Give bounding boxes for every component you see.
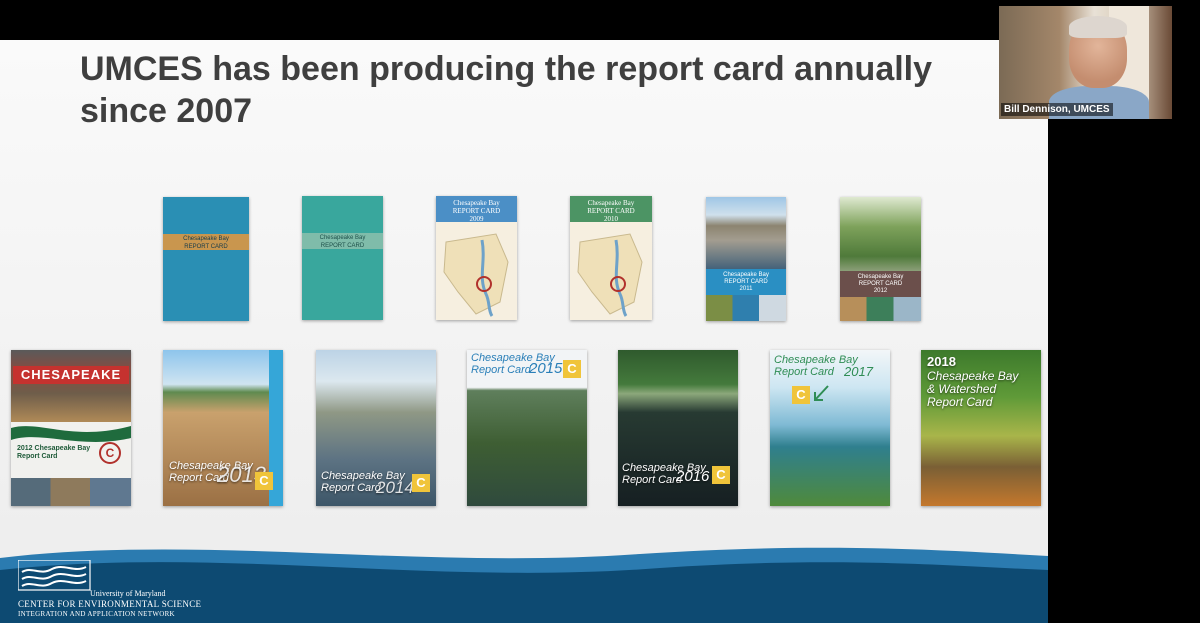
cover-title: 2012 Chesapeake Bay Report Card	[17, 445, 90, 461]
report-card-cover-2007: Chesapeake Bay REPORT CARD	[163, 197, 249, 321]
c-badge: C	[412, 474, 430, 492]
cover-year: 2018	[927, 354, 956, 369]
report-card-cover-2012: CHESAPEAKE 2012 Chesapeake Bay Report Ca…	[11, 350, 131, 506]
trend-arrow-icon	[814, 385, 829, 401]
report-card-cover-2018: 2018 Chesapeake Bay & Watershed Report C…	[921, 350, 1041, 506]
report-card-cover-2013: Chesapeake Bay Report Card 2013 C	[163, 350, 283, 506]
cover-subtitle: REPORT CARD	[587, 207, 635, 215]
report-card-cover-2015: Chesapeake Bay Report Card 2015 C	[467, 350, 587, 506]
bay-map-graphic	[443, 233, 509, 317]
bay-map-graphic	[577, 233, 643, 317]
report-card-cover-2010: Chesapeake Bay REPORT CARD 2010	[570, 196, 652, 320]
cover-subtitle: REPORT CARD	[724, 279, 768, 285]
cover-title: Chesapeake Bay	[319, 235, 366, 241]
participant-name: Bill Dennison, UMCES	[1001, 103, 1113, 116]
c-badge: C	[563, 360, 581, 378]
cover-subtitle: REPORT CARD	[184, 244, 228, 250]
cover-photo-strip	[11, 478, 131, 506]
cover-subtitle: REPORT CARD	[452, 207, 501, 215]
cover-year: 2015	[529, 360, 563, 377]
chesapeake-sign: CHESAPEAKE	[13, 366, 129, 384]
cover-header: Chesapeake Bay REPORT CARD 2009	[436, 196, 517, 223]
report-card-cover-2016: Chesapeake Bay Report Card 2016 C	[618, 350, 738, 506]
slide-title: UMCES has been producing the report card…	[80, 50, 933, 130]
cover-photo-strip	[706, 295, 786, 321]
cover-band: Chesapeake Bay REPORT CARD	[302, 233, 383, 249]
report-card-cover-2011: Chesapeake Bay REPORT CARD 2011	[706, 197, 786, 321]
cover-year: 2011	[739, 286, 753, 292]
cover-title-line1: 2012 Chesapeake Bay	[17, 445, 91, 452]
cover-title: Chesapeake Bay	[857, 274, 904, 280]
presentation-slide: UMCES has been producing the report card…	[0, 40, 1048, 623]
c-badge: C	[255, 472, 273, 490]
cover-title-line3: Report Card	[927, 395, 993, 409]
cover-photo: CHESAPEAKE	[11, 350, 131, 422]
report-card-cover-2017: Chesapeake Bay Report Card 2017 C	[770, 350, 890, 506]
cover-year: 2017	[844, 364, 873, 379]
cover-subtitle: REPORT CARD	[858, 281, 903, 287]
participant-hair	[1069, 16, 1127, 38]
cover-title-line2: Report Card	[17, 453, 58, 460]
cover-photo	[840, 197, 921, 271]
cover-title: Chesapeake Bay	[587, 199, 635, 207]
cover-title: Chesapeake Bay	[183, 236, 229, 242]
c-badge: C	[792, 386, 810, 404]
cover-photo-strip	[840, 297, 921, 321]
cover-title: Chesapeake Bay	[723, 272, 769, 278]
report-card-cover-2009: Chesapeake Bay REPORT CARD 2009	[436, 196, 517, 320]
org-line2: CENTER FOR ENVIRONMENTAL SCIENCE	[18, 599, 202, 609]
report-card-cover-2012-small: Chesapeake Bay REPORT CARD 2012	[840, 197, 921, 321]
cover-band: Chesapeake Bay REPORT CARD	[163, 234, 249, 250]
cover-year: 2016	[676, 468, 710, 485]
org-line1: University of Maryland	[90, 589, 166, 598]
cover-photo	[706, 197, 786, 269]
cover-title: Chesapeake Bay & Watershed Report Card	[927, 370, 1018, 409]
participant-video-tile[interactable]: Bill Dennison, UMCES	[999, 6, 1172, 119]
cover-label: Chesapeake Bay REPORT CARD 2012	[840, 271, 921, 297]
report-card-cover-2014: Chesapeake Bay Report Card 2014 C	[316, 350, 436, 506]
c-badge: C	[712, 466, 730, 484]
green-wave-graphic	[11, 426, 131, 442]
report-card-cover-2008: Chesapeake Bay REPORT CARD	[302, 196, 383, 320]
cover-year: 2014	[376, 478, 414, 497]
cover-year: 2012	[873, 288, 888, 294]
umces-logo	[18, 560, 91, 591]
org-line3: INTEGRATION AND APPLICATION NETWORK	[18, 610, 175, 618]
cover-title: Chesapeake Bay	[453, 199, 500, 207]
c-logo: C	[99, 442, 121, 464]
cover-subtitle: REPORT CARD	[320, 243, 365, 249]
cover-label: Chesapeake Bay REPORT CARD 2011	[706, 269, 786, 295]
cover-header: Chesapeake Bay REPORT CARD 2010	[570, 196, 652, 223]
